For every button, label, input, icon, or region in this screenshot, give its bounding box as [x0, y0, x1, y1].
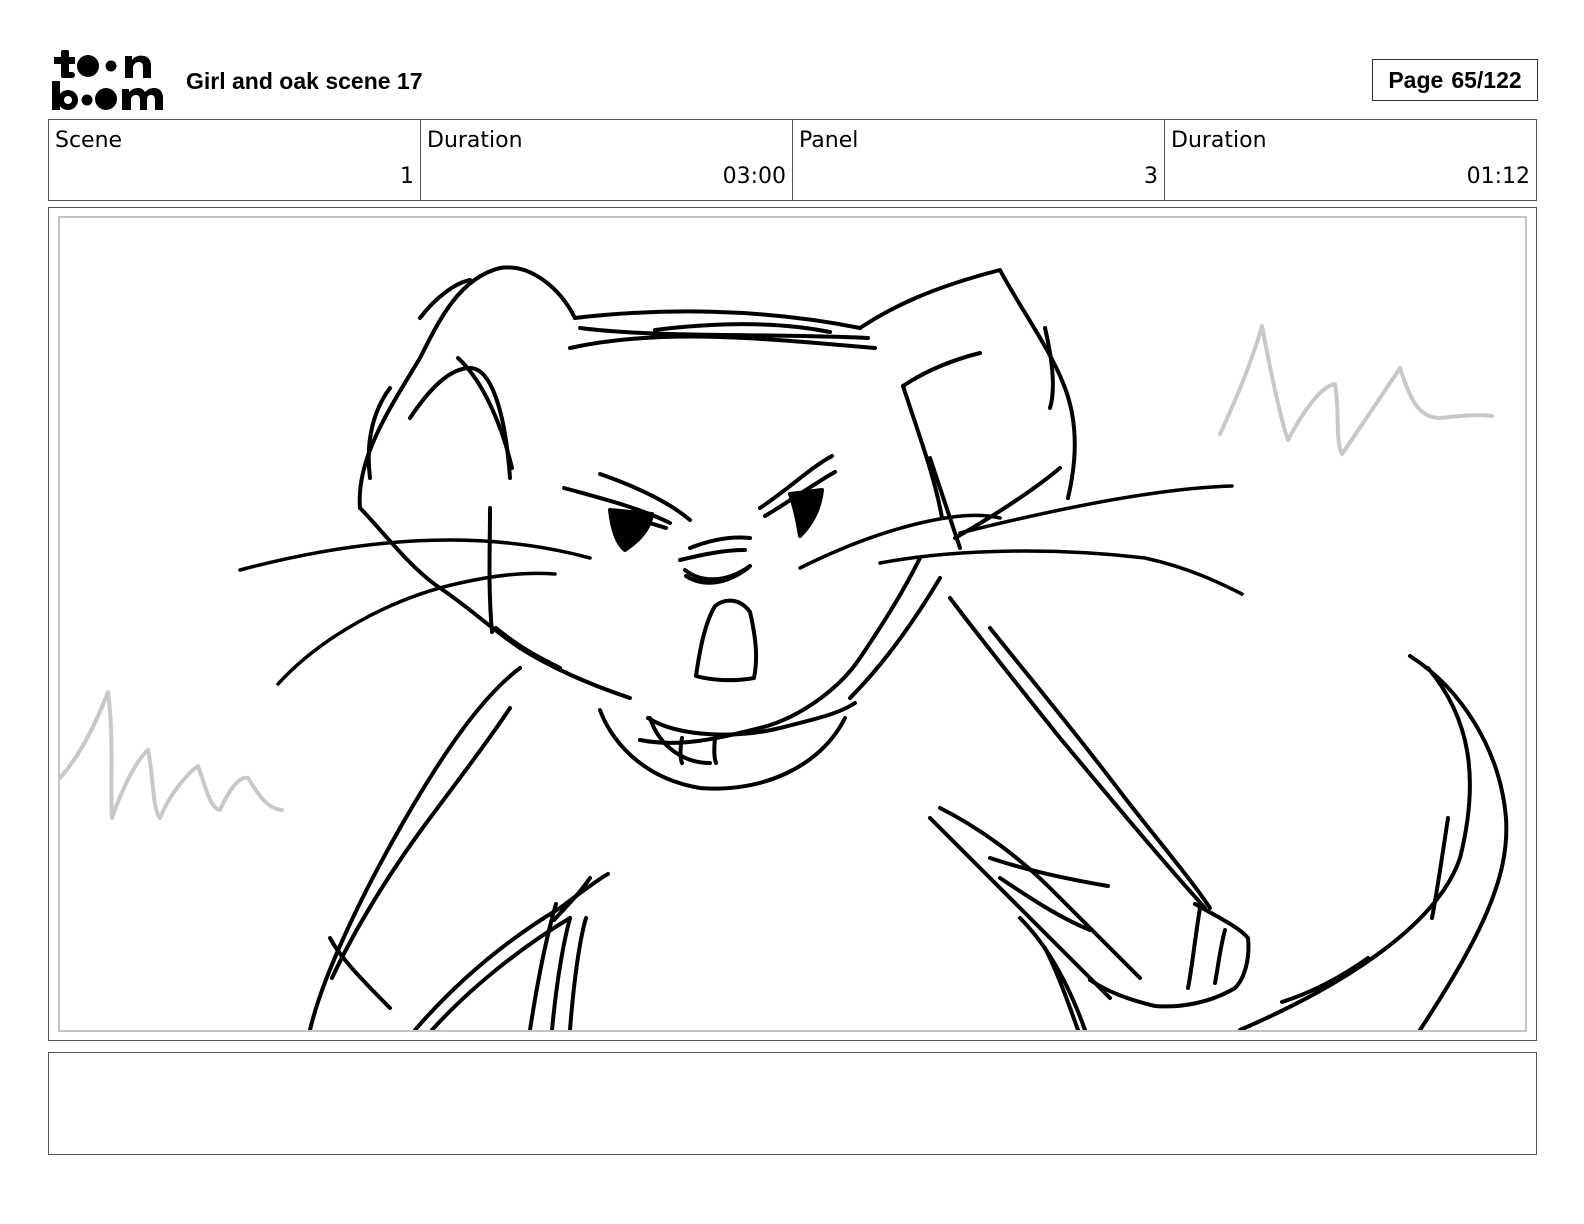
mouse-mouth	[694, 598, 759, 683]
storyboard-panel	[48, 207, 1537, 1041]
page-indicator: Page 65/122	[1372, 59, 1538, 101]
panel-notes	[48, 1052, 1537, 1155]
panel-drawing-area	[58, 216, 1527, 1032]
panel-duration-value: 01:12	[1466, 164, 1530, 189]
scene-duration-label: Duration	[427, 128, 523, 153]
scene-duration-value: 03:00	[722, 164, 786, 189]
scene-info-table: Scene 1 Duration 03:00 Panel 3 Duration …	[48, 119, 1537, 201]
mouse-nose	[678, 535, 752, 585]
panel-label: Panel	[799, 128, 859, 153]
grass-scribble-left	[60, 690, 284, 820]
mouse-head	[358, 506, 942, 791]
panel-cell: Panel 3	[792, 120, 1164, 200]
scene-cell: Scene 1	[49, 120, 420, 200]
mouse-paw-left	[413, 872, 610, 1030]
mouse-eye-right	[758, 454, 837, 538]
mouse-ear-left	[357, 265, 577, 510]
mouse-tail	[1238, 654, 1509, 1030]
grass-scribble-right	[1218, 324, 1494, 456]
mouse-sketch	[60, 265, 1509, 1030]
panel-duration-label: Duration	[1171, 128, 1267, 153]
mouse-head-top	[568, 309, 877, 350]
mouse-eye-left	[562, 472, 692, 552]
mouse-ear-right	[858, 268, 1077, 550]
document-title: Girl and oak scene 17	[186, 68, 423, 94]
scene-duration-cell: Duration 03:00	[420, 120, 792, 200]
page-number: 65/122	[1451, 67, 1522, 93]
toon-boom-logo	[50, 46, 166, 114]
scene-label: Scene	[55, 128, 123, 153]
mouse-paw-right	[928, 806, 1251, 1030]
panel-value: 3	[1144, 164, 1158, 189]
panel-duration-cell: Duration 01:12	[1164, 120, 1536, 200]
scene-value: 1	[400, 164, 414, 189]
mouse-whiskers	[238, 484, 1244, 686]
page-label: Page	[1388, 67, 1444, 93]
